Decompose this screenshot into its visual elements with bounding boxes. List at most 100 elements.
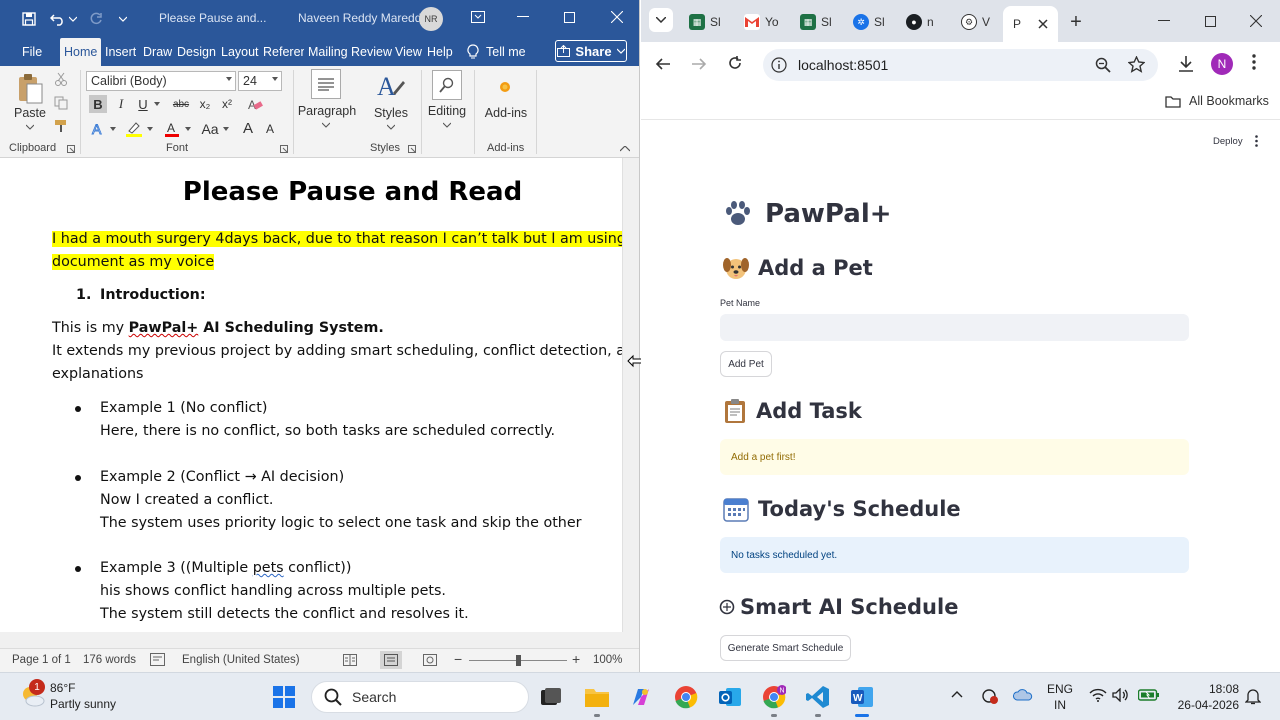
zoom-slider[interactable] <box>469 655 567 666</box>
share-button[interactable]: Share <box>555 40 627 62</box>
editing-icon[interactable] <box>432 70 462 100</box>
bold-button[interactable]: B <box>89 95 107 113</box>
styles-dropdown-icon[interactable] <box>386 122 396 132</box>
paste-label[interactable]: Paste <box>12 106 48 120</box>
weather-desc[interactable]: Partly sunny <box>50 697 116 712</box>
styles-launcher-icon[interactable] <box>407 144 417 154</box>
tab-draw[interactable]: Draw <box>143 38 172 66</box>
tab-close-icon[interactable] <box>1038 19 1048 29</box>
file-explorer-icon[interactable] <box>580 680 614 717</box>
zoom-in-icon[interactable]: + <box>572 651 580 667</box>
site-info-icon[interactable] <box>771 57 787 73</box>
back-icon[interactable] <box>655 56 671 72</box>
outlook-icon[interactable] <box>713 680 747 714</box>
url-text[interactable]: localhost:8501 <box>798 57 888 73</box>
clock-date[interactable]: 26-04-2026 <box>1169 698 1239 713</box>
vertical-scrollbar[interactable] <box>622 158 639 632</box>
tab-insert[interactable]: Insert <box>105 38 136 66</box>
page-count[interactable]: Page 1 of 1 <box>12 654 71 666</box>
print-layout-icon[interactable] <box>380 651 402 669</box>
customize-toolbar-icon[interactable] <box>112 0 134 38</box>
font-name-select[interactable]: Calibri (Body) <box>86 71 236 91</box>
read-mode-icon[interactable] <box>343 654 357 666</box>
strikethrough-button[interactable]: abc <box>170 95 192 113</box>
undo-dropdown-icon[interactable] <box>66 0 80 38</box>
tab-mailings[interactable]: Mailing <box>308 38 348 66</box>
document-page[interactable]: Please Pause and Read I had a mouth surg… <box>0 158 622 632</box>
bookmark-star-icon[interactable] <box>1128 56 1145 73</box>
chrome-profile-taskbar-icon[interactable]: N <box>757 680 791 717</box>
language-top[interactable]: ENG <box>1045 682 1075 697</box>
addins-icon[interactable] <box>494 76 516 98</box>
clipboard-launcher-icon[interactable] <box>66 144 76 154</box>
paragraph-dropdown-icon[interactable] <box>321 120 331 130</box>
zoom-level[interactable]: 100% <box>593 654 622 666</box>
all-bookmarks-button[interactable]: All Bookmarks <box>1165 94 1269 108</box>
reload-icon[interactable] <box>727 55 743 71</box>
battery-icon[interactable] <box>1138 688 1160 701</box>
copy-icon[interactable] <box>52 94 70 112</box>
save-icon[interactable] <box>15 0 43 38</box>
redo-icon[interactable] <box>82 0 110 38</box>
defender-icon[interactable] <box>981 687 999 705</box>
browser-tab-5[interactable]: ● n <box>906 8 934 36</box>
editing-dropdown-icon[interactable] <box>442 120 452 130</box>
paste-dropdown-icon[interactable] <box>25 122 35 132</box>
tab-search-icon[interactable] <box>649 8 673 32</box>
chrome-taskbar-icon[interactable] <box>669 680 703 714</box>
browser-tab-3[interactable]: ▦ Sl <box>800 8 832 36</box>
tab-view[interactable]: View <box>395 38 422 66</box>
zoom-icon[interactable] <box>1095 57 1111 73</box>
tell-me-search[interactable]: Tell me <box>467 38 526 66</box>
subscript-button[interactable]: x₂ <box>196 95 214 113</box>
forward-icon[interactable] <box>691 56 707 72</box>
tab-layout[interactable]: Layout <box>221 38 259 66</box>
zoom-out-icon[interactable]: − <box>454 651 462 667</box>
chrome-minimize-icon[interactable] <box>1141 4 1187 38</box>
paste-icon[interactable] <box>14 72 46 106</box>
notifications-icon[interactable] <box>1245 688 1261 705</box>
paragraph-button[interactable]: Paragraph <box>296 104 358 118</box>
vscode-icon[interactable] <box>801 680 835 717</box>
ribbon-display-icon[interactable] <box>455 0 501 34</box>
horizontal-scrollbar[interactable] <box>0 632 639 648</box>
deploy-button[interactable]: Deploy <box>1213 136 1243 147</box>
styles-icon[interactable]: A <box>374 70 408 102</box>
word-taskbar-icon[interactable]: W <box>845 680 879 717</box>
address-bar[interactable]: localhost:8501 <box>763 49 1158 81</box>
addins-button[interactable]: Add-ins <box>480 106 532 120</box>
change-case-button[interactable]: Aa <box>199 120 221 138</box>
maximize-icon[interactable] <box>546 0 592 34</box>
task-view-icon[interactable] <box>534 680 568 714</box>
underline-dropdown-icon[interactable] <box>152 95 162 113</box>
collapse-ribbon-icon[interactable] <box>619 144 631 154</box>
add-pet-button[interactable]: Add Pet <box>720 351 772 377</box>
tab-review[interactable]: Review <box>351 38 392 66</box>
app-menu-icon[interactable] <box>1255 135 1258 147</box>
tab-file[interactable]: File <box>22 38 42 66</box>
proofing-icon[interactable] <box>150 653 165 666</box>
onedrive-icon[interactable] <box>1013 687 1033 703</box>
profile-avatar[interactable]: N <box>1211 53 1233 75</box>
chrome-maximize-icon[interactable] <box>1187 4 1233 38</box>
volume-icon[interactable] <box>1112 688 1128 702</box>
new-tab-icon[interactable]: + <box>1066 8 1086 36</box>
styles-button[interactable]: Styles <box>370 106 412 120</box>
zoom-thumb[interactable] <box>515 655 521 666</box>
highlight-dropdown-icon[interactable] <box>145 120 155 138</box>
browser-tab-1[interactable]: ▦ Sl <box>689 8 721 36</box>
cut-icon[interactable] <box>52 70 70 88</box>
editing-button[interactable]: Editing <box>425 104 469 118</box>
browser-tab-active[interactable]: P <box>1003 6 1059 42</box>
weather-temp[interactable]: 86°F <box>50 681 75 696</box>
font-launcher-icon[interactable] <box>279 144 289 154</box>
chrome-menu-icon[interactable] <box>1252 54 1256 70</box>
show-hidden-icons[interactable] <box>951 690 963 698</box>
text-effects-dropdown-icon[interactable] <box>108 120 118 138</box>
start-icon[interactable] <box>267 680 301 714</box>
pet-name-input[interactable] <box>720 314 1189 341</box>
highlight-color-icon[interactable] <box>124 120 144 138</box>
tab-help[interactable]: Help <box>427 38 453 66</box>
taskbar-search[interactable]: Search <box>311 681 529 713</box>
underline-button[interactable]: U <box>134 95 152 113</box>
